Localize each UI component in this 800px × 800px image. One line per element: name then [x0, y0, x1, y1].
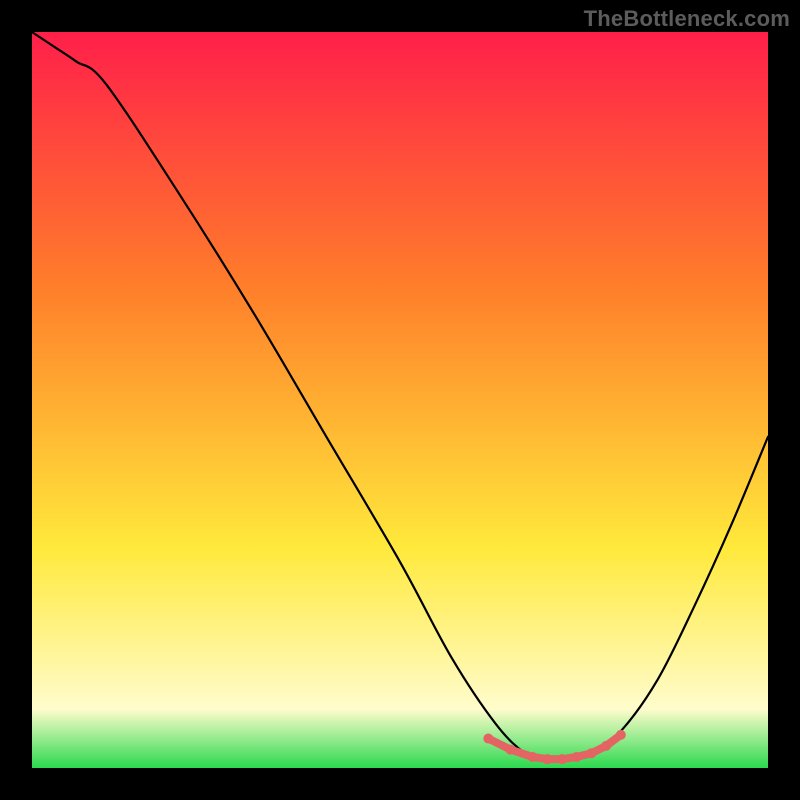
- highlight-dot: [557, 754, 567, 764]
- highlight-dot: [616, 730, 626, 740]
- plot-area: [32, 32, 768, 768]
- highlight-dot: [586, 748, 596, 758]
- highlight-dot: [601, 741, 611, 751]
- watermark-text: TheBottleneck.com: [584, 6, 790, 32]
- chart-frame: TheBottleneck.com: [0, 0, 800, 800]
- highlight-dot: [542, 754, 552, 764]
- highlight-dot: [572, 752, 582, 762]
- highlight-dot: [483, 734, 493, 744]
- highlight-dot: [505, 745, 515, 755]
- highlight-dot: [527, 752, 537, 762]
- plot-svg: [32, 32, 768, 768]
- gradient-background: [32, 32, 768, 768]
